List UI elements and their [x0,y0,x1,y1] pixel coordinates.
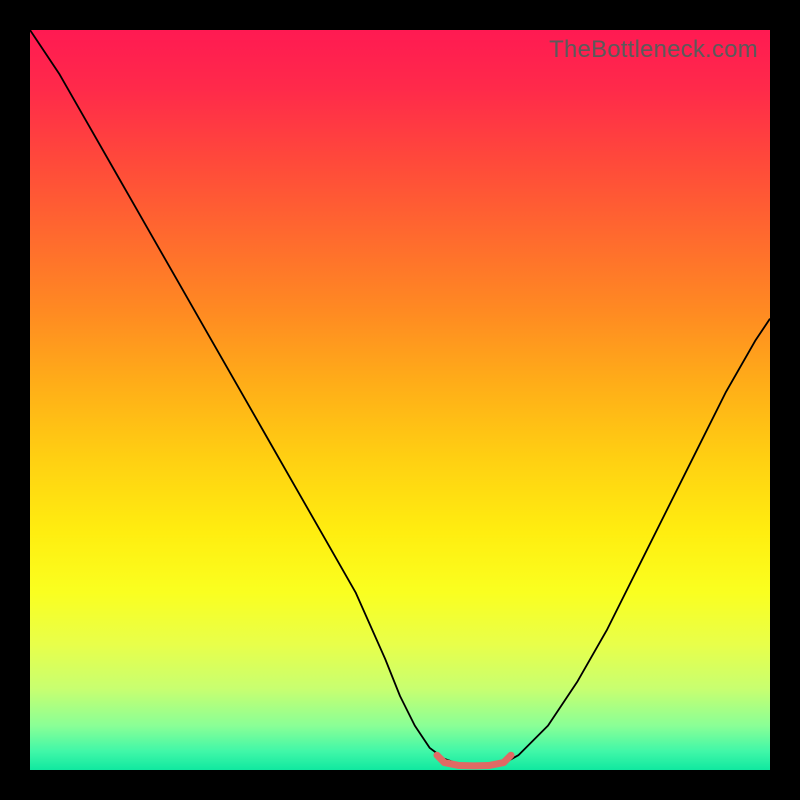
watermark-text: TheBottleneck.com [549,36,758,64]
chart-frame: TheBottleneck.com [0,0,800,800]
series-bottleneck-curve [30,30,770,766]
series-flat-marker [437,755,511,766]
plot-area: TheBottleneck.com [30,30,770,770]
curve-layer [30,30,770,770]
